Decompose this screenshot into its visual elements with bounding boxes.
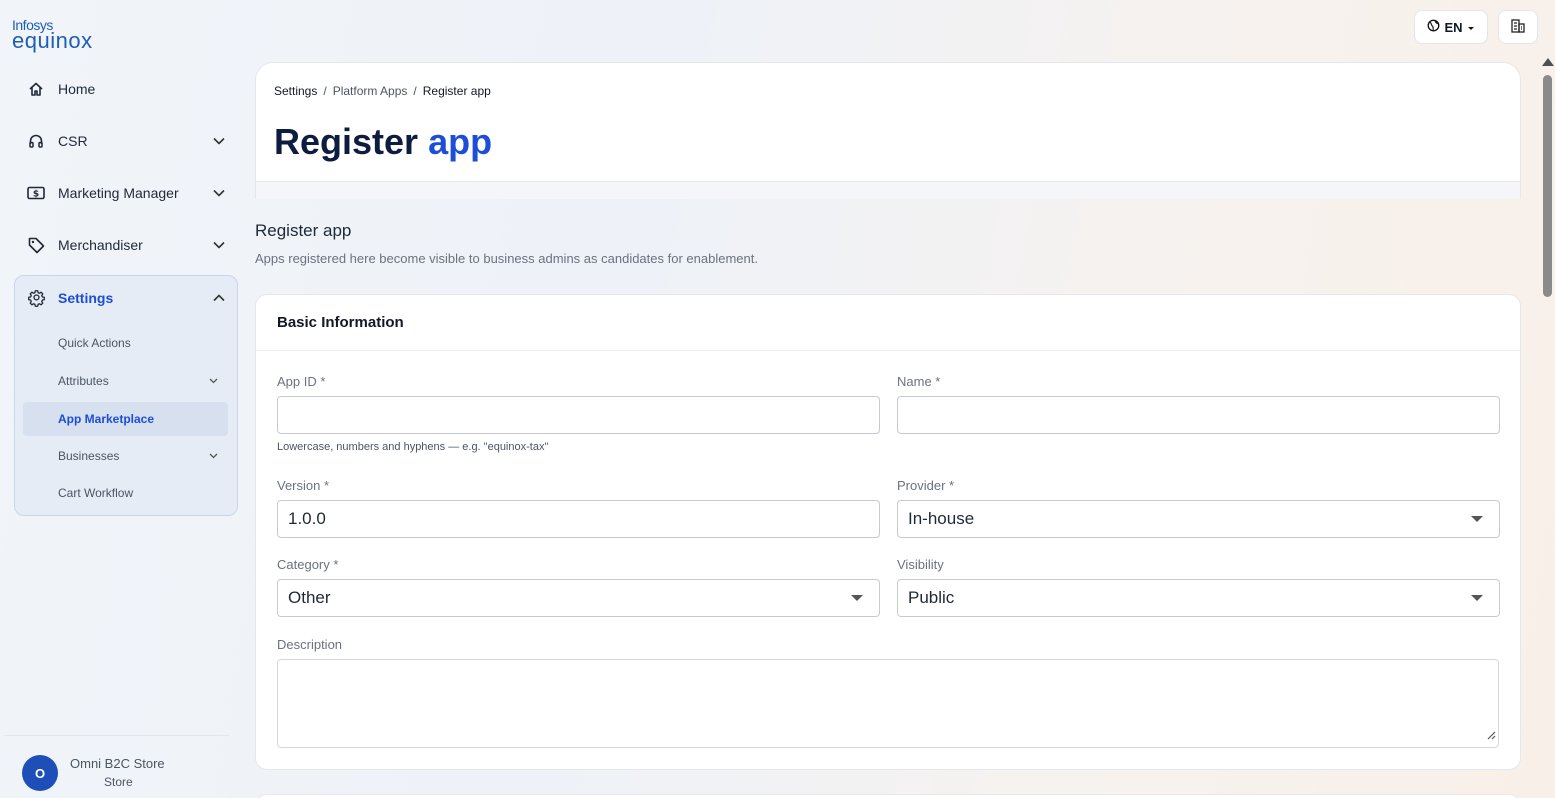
sidebar-subitem-cart-workflow[interactable]: Cart Workflow (23, 476, 228, 510)
caret-down-icon (1467, 20, 1475, 35)
store-switcher-button[interactable] (1498, 10, 1538, 44)
home-icon (14, 81, 58, 97)
caret-down-icon (851, 595, 863, 601)
sidebar: Home CSR $ Marketing Manager Merchandise… (0, 62, 248, 798)
brand-logo[interactable]: Infosys equinox (12, 18, 93, 52)
category-select[interactable]: Other (277, 579, 880, 617)
language-label: EN (1444, 19, 1463, 35)
card-divider (256, 350, 1520, 351)
brand-line-2: equinox (12, 28, 93, 53)
description-textarea[interactable] (277, 659, 1499, 748)
page-header: Settings / Platform Apps / Register app … (255, 62, 1521, 199)
provider-label: Provider * (897, 478, 955, 493)
sidebar-subitem-label: Attributes (58, 374, 109, 388)
version-value: 1.0.0 (288, 509, 326, 528)
sidebar-item-merchandiser[interactable]: Merchandiser (14, 225, 237, 265)
sidebar-subitem-businesses[interactable]: Businesses (23, 439, 228, 473)
section-description: Apps registered here become visible to b… (255, 251, 758, 266)
sidebar-item-home[interactable]: Home (14, 69, 237, 109)
provider-select[interactable]: In-house (897, 500, 1500, 538)
sidebar-subitem-label: Businesses (58, 449, 120, 463)
name-input[interactable] (897, 396, 1500, 434)
visibility-value: Public (908, 588, 955, 607)
building-icon (1510, 18, 1526, 37)
sidebar-divider (4, 735, 229, 736)
sidebar-item-csr[interactable]: CSR (14, 121, 237, 161)
dollar-icon: $ (14, 186, 58, 200)
app-id-label: App ID * (277, 374, 326, 389)
next-card (255, 794, 1521, 798)
svg-text:$: $ (33, 190, 39, 200)
chevron-up-icon (201, 294, 237, 302)
sidebar-subitem-attributes[interactable]: Attributes (23, 364, 228, 398)
sidebar-item-label: Settings (58, 290, 114, 306)
chevron-down-icon (201, 137, 237, 145)
gear-icon (14, 289, 58, 307)
page-title-part-1: Register (274, 121, 419, 162)
visibility-label: Visibility (897, 557, 944, 572)
card-title: Basic Information (277, 314, 404, 331)
section-title: Register app (255, 221, 352, 240)
sidebar-item-settings[interactable]: Settings (14, 278, 237, 318)
settings-group: Settings Quick Actions Attributes App Ma… (14, 275, 238, 516)
sidebar-subitem-label: App Marketplace (58, 412, 155, 426)
name-label: Name * (897, 374, 941, 389)
sidebar-subitem-label: Cart Workflow (58, 486, 134, 500)
app-id-input[interactable] (277, 396, 880, 434)
sidebar-item-label: Home (58, 81, 96, 97)
top-bar: Infosys equinox EN (0, 0, 1555, 53)
visibility-select[interactable]: Public (897, 579, 1500, 617)
category-value: Other (288, 588, 331, 607)
chevron-down-icon (198, 453, 228, 459)
chevron-down-icon (201, 241, 237, 249)
category-label: Category * (277, 557, 339, 572)
sidebar-item-label: Marketing Manager (58, 185, 179, 201)
breadcrumb-platform-apps[interactable]: Platform Apps (333, 84, 408, 98)
sidebar-item-marketing-manager[interactable]: $ Marketing Manager (14, 173, 237, 213)
breadcrumb-separator: / (413, 84, 417, 98)
headset-icon (14, 133, 58, 149)
breadcrumb-separator: / (323, 84, 327, 98)
caret-down-icon (1471, 516, 1483, 522)
avatar[interactable]: O (22, 755, 58, 791)
caret-down-icon (1471, 595, 1483, 601)
page-title-part-2: app (428, 121, 493, 162)
breadcrumb: Settings / Platform Apps / Register app (274, 84, 491, 98)
app-id-hint: Lowercase, numbers and hyphens — e.g. "e… (277, 441, 549, 453)
chevron-down-icon (198, 378, 228, 384)
scroll-up-arrow-icon[interactable] (1542, 58, 1554, 66)
sidebar-subitem-quick-actions[interactable]: Quick Actions (23, 326, 228, 360)
header-strip (256, 181, 1520, 199)
sidebar-item-label: Merchandiser (58, 237, 143, 253)
description-label: Description (277, 637, 343, 652)
sidebar-item-label: CSR (58, 133, 88, 149)
resize-handle-icon[interactable] (1486, 727, 1496, 745)
page-scrollbar[interactable] (1540, 53, 1555, 798)
store-name: Omni B2C Store (70, 756, 165, 771)
version-label: Version * (277, 478, 330, 493)
store-type: Store (104, 775, 133, 789)
globe-icon (1427, 19, 1440, 35)
breadcrumb-current: Register app (422, 84, 491, 98)
chevron-down-icon (201, 189, 237, 197)
tag-icon (14, 237, 58, 254)
provider-value: In-house (908, 509, 975, 528)
language-selector[interactable]: EN (1414, 10, 1488, 44)
version-input[interactable]: 1.0.0 (277, 500, 880, 538)
page-title: Register app (274, 121, 492, 163)
basic-information-card: Basic Information App ID * Lowercase, nu… (255, 294, 1521, 770)
scrollbar-thumb[interactable] (1543, 75, 1552, 297)
sidebar-subitem-label: Quick Actions (58, 336, 131, 350)
breadcrumb-settings[interactable]: Settings (274, 84, 317, 98)
sidebar-subitem-app-marketplace[interactable]: App Marketplace (23, 402, 228, 436)
